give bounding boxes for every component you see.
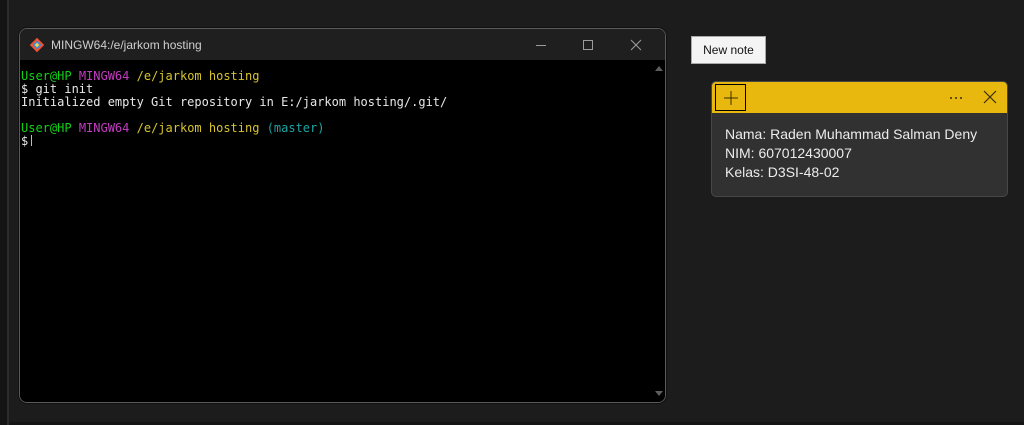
terminal-output[interactable]: User@HP MINGW64 /e/jarkom hosting $ git … xyxy=(20,60,652,402)
git-bash-icon xyxy=(29,37,45,53)
note-text-line: NIM: 607012430007 xyxy=(725,145,852,161)
output-line: Initialized empty Git repository in E:/j… xyxy=(21,95,448,109)
sticky-note-content[interactable]: Nama: Raden Muhammad Salman Deny NIM: 60… xyxy=(725,125,999,182)
prompt-shell: MINGW64 xyxy=(78,69,130,83)
terminal-title: MINGW64:/e/jarkom hosting xyxy=(51,38,202,52)
input-line[interactable]: $ xyxy=(21,135,652,148)
maximize-icon xyxy=(583,40,593,50)
scroll-down-arrow-icon[interactable] xyxy=(655,391,663,396)
more-options-icon xyxy=(960,97,962,99)
close-icon xyxy=(983,90,997,104)
maximize-button[interactable] xyxy=(565,29,611,60)
minimize-button[interactable] xyxy=(518,29,564,60)
note-text-line: Kelas: D3SI-48-02 xyxy=(725,164,840,180)
new-note-button[interactable] xyxy=(715,84,746,111)
scroll-up-arrow-icon[interactable] xyxy=(655,66,663,71)
minimize-icon xyxy=(536,45,546,46)
prompt-shell: MINGW64 xyxy=(78,121,130,135)
terminal-window[interactable]: MINGW64:/e/jarkom hosting User@HP MINGW6… xyxy=(19,28,666,403)
text-cursor xyxy=(31,135,33,146)
more-options-icon xyxy=(955,97,957,99)
terminal-scrollbar[interactable] xyxy=(652,60,665,402)
terminal-titlebar[interactable]: MINGW64:/e/jarkom hosting xyxy=(20,29,665,60)
more-options-button[interactable] xyxy=(942,82,970,113)
prompt-path: /e/jarkom hosting xyxy=(136,121,260,135)
sticky-note[interactable]: Nama: Raden Muhammad Salman Deny NIM: 60… xyxy=(711,81,1008,197)
more-options-icon xyxy=(950,97,952,99)
new-note-tooltip: New note xyxy=(691,36,766,64)
prompt-path: /e/jarkom hosting xyxy=(136,69,260,83)
left-window-edge xyxy=(0,0,7,425)
close-icon xyxy=(630,39,642,51)
prompt-line: User@HP MINGW64 /e/jarkom hosting (maste… xyxy=(21,122,652,135)
note-text-line: Nama: Raden Muhammad Salman Deny xyxy=(725,126,978,142)
prompt-user: User@HP xyxy=(21,121,72,135)
prompt-branch: (master) xyxy=(266,121,325,135)
prompt-symbol: $ xyxy=(21,134,29,148)
prompt-user: User@HP xyxy=(21,69,72,83)
close-note-button[interactable] xyxy=(975,82,1007,113)
close-button[interactable] xyxy=(613,29,659,60)
prompt-line: User@HP MINGW64 /e/jarkom hosting xyxy=(21,70,652,83)
sticky-note-header[interactable] xyxy=(712,82,1007,113)
window-divider xyxy=(7,0,9,425)
plus-icon xyxy=(724,91,738,105)
desktop: MINGW64:/e/jarkom hosting User@HP MINGW6… xyxy=(0,0,1024,425)
